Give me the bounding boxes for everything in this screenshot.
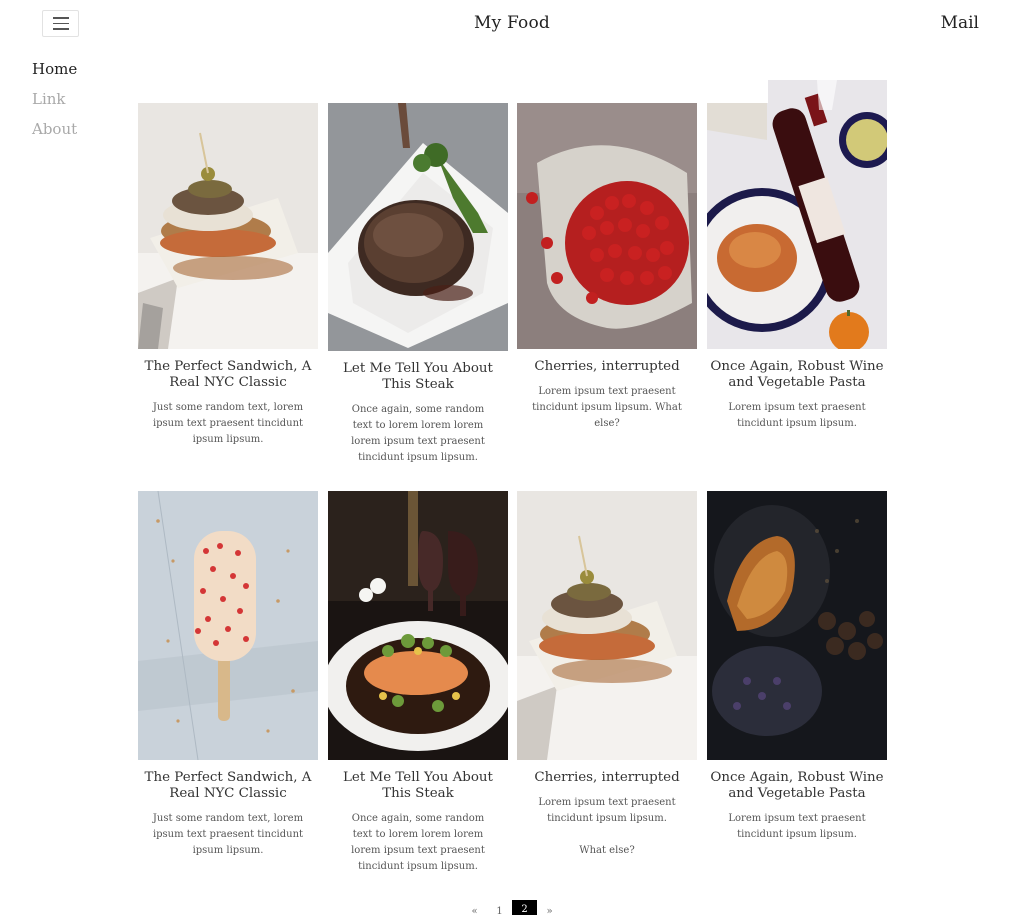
post-card[interactable]: The Perfect Sandwich, A Real NYC Classic… xyxy=(138,491,318,859)
post-excerpt: Just some random text, lorem ipsum text … xyxy=(152,402,304,445)
pagination-page-2[interactable]: 2 xyxy=(512,900,537,915)
post-card[interactable]: Once Again, Robust Wine and Vegetable Pa… xyxy=(707,80,887,432)
post-title[interactable]: Cherries, interrupted xyxy=(517,359,697,375)
post-card[interactable]: Once Again, Robust Wine and Vegetable Pa… xyxy=(707,491,887,843)
post-card[interactable]: The Perfect Sandwich, A Real NYC Classic… xyxy=(138,103,318,448)
post-excerpt: Once again, some random text to lorem lo… xyxy=(351,813,485,872)
sidebar-nav: Home Link About xyxy=(32,54,77,144)
post-card[interactable]: Cherries, interrupted Lorem ipsum text p… xyxy=(517,103,697,432)
ice-pop-photo[interactable] xyxy=(138,491,318,760)
post-card[interactable]: Let Me Tell You About This Steak Once ag… xyxy=(328,491,508,875)
post-excerpt-extra: What else? xyxy=(579,845,635,856)
post-title[interactable]: Let Me Tell You About This Steak xyxy=(328,770,508,802)
site-title[interactable]: My Food xyxy=(0,13,1024,33)
salmon-photo[interactable] xyxy=(328,491,508,760)
post-card[interactable]: Let Me Tell You About This Steak Once ag… xyxy=(328,103,508,466)
post-excerpt: Lorem ipsum text praesent tincidunt ipsu… xyxy=(538,797,676,824)
post-excerpt: Just some random text, lorem ipsum text … xyxy=(152,813,304,856)
steak-photo[interactable] xyxy=(328,103,508,351)
pagination: « 1 2 » xyxy=(462,900,562,915)
sandwich-photo[interactable] xyxy=(517,491,697,760)
pagination-next[interactable]: » xyxy=(537,900,562,915)
sidebar-item-home[interactable]: Home xyxy=(32,54,77,84)
post-title[interactable]: Let Me Tell You About This Steak xyxy=(328,361,508,393)
post-title[interactable]: The Perfect Sandwich, A Real NYC Classic xyxy=(138,359,318,391)
pagination-page-1[interactable]: 1 xyxy=(487,900,512,915)
post-title[interactable]: The Perfect Sandwich, A Real NYC Classic xyxy=(138,770,318,802)
post-title[interactable]: Once Again, Robust Wine and Vegetable Pa… xyxy=(707,770,887,802)
sidebar-item-link[interactable]: Link xyxy=(32,84,77,114)
sandwich-photo[interactable] xyxy=(138,103,318,349)
post-excerpt: Lorem ipsum text praesent tincidunt ipsu… xyxy=(532,386,682,429)
cherries-photo[interactable] xyxy=(517,103,697,349)
pagination-prev[interactable]: « xyxy=(462,900,487,915)
post-card[interactable]: Cherries, interrupted Lorem ipsum text p… xyxy=(517,491,697,859)
post-excerpt: Lorem ipsum text praesent tincidunt ipsu… xyxy=(728,813,866,840)
post-excerpt: Once again, some random text to lorem lo… xyxy=(351,404,485,463)
wine-pasta-photo[interactable] xyxy=(707,80,887,349)
croissant-photo[interactable] xyxy=(707,491,887,760)
post-title[interactable]: Cherries, interrupted xyxy=(517,770,697,786)
post-excerpt: Lorem ipsum text praesent tincidunt ipsu… xyxy=(728,402,866,429)
mail-link[interactable]: Mail xyxy=(941,13,979,33)
post-title[interactable]: Once Again, Robust Wine and Vegetable Pa… xyxy=(707,359,887,391)
sidebar-item-about[interactable]: About xyxy=(32,114,77,144)
